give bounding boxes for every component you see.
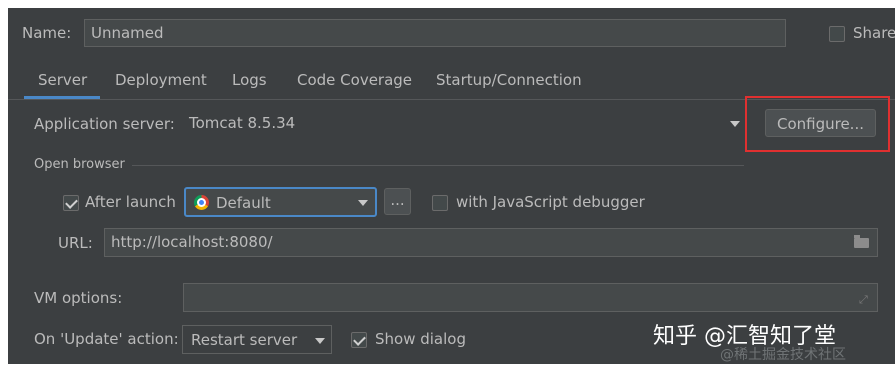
app-server-label: Application server: (34, 115, 175, 133)
browser-value: Default (216, 194, 271, 212)
section-divider (132, 165, 744, 166)
watermark-subtext: @稀土掘金技术社区 (720, 347, 846, 363)
chevron-down-icon (730, 121, 740, 127)
url-input[interactable]: http://localhost:8080/ (104, 228, 878, 257)
vm-options-input[interactable]: ⤢ (183, 283, 878, 312)
open-browser-section-label: Open browser (34, 157, 125, 172)
app-server-value: Tomcat 8.5.34 (189, 114, 296, 132)
show-dialog-label: Show dialog (375, 330, 466, 348)
tab-deployment[interactable]: Deployment (115, 71, 207, 89)
url-value: http://localhost:8080/ (111, 233, 273, 251)
name-input[interactable]: Unnamed (84, 19, 786, 47)
chevron-down-icon (315, 338, 325, 344)
highlight-box (745, 96, 890, 152)
update-action-value: Restart server (191, 331, 298, 349)
js-debugger-label: with JavaScript debugger (456, 193, 645, 211)
tab-code-coverage[interactable]: Code Coverage (297, 71, 412, 89)
more-button-label: ... (390, 191, 405, 209)
browser-more-button[interactable]: ... (384, 188, 411, 215)
tab-startup-connection[interactable]: Startup/Connection (436, 71, 582, 89)
browser-select[interactable]: Default (184, 187, 377, 217)
after-launch-checkbox[interactable] (63, 195, 79, 211)
name-label: Name: (22, 24, 72, 42)
folder-icon[interactable] (854, 235, 869, 248)
chrome-icon (194, 195, 209, 210)
update-action-label: On 'Update' action: (34, 330, 179, 348)
update-action-select[interactable]: Restart server (182, 325, 332, 354)
share-checkbox[interactable] (829, 26, 845, 42)
chevron-down-icon (358, 200, 368, 206)
js-debugger-checkbox[interactable] (432, 195, 448, 211)
show-dialog-checkbox[interactable] (351, 332, 367, 348)
share-label: Share (853, 24, 895, 42)
url-label: URL: (58, 234, 93, 252)
run-config-dialog: Name: Unnamed Share Server Deployment Lo… (8, 8, 895, 364)
app-server-select[interactable]: Tomcat 8.5.34 (181, 109, 745, 137)
tab-logs[interactable]: Logs (232, 71, 267, 89)
after-launch-label: After launch (85, 193, 176, 211)
vm-options-label: VM options: (34, 289, 123, 307)
expand-icon[interactable]: ⤢ (859, 293, 868, 307)
tab-server[interactable]: Server (38, 71, 87, 89)
